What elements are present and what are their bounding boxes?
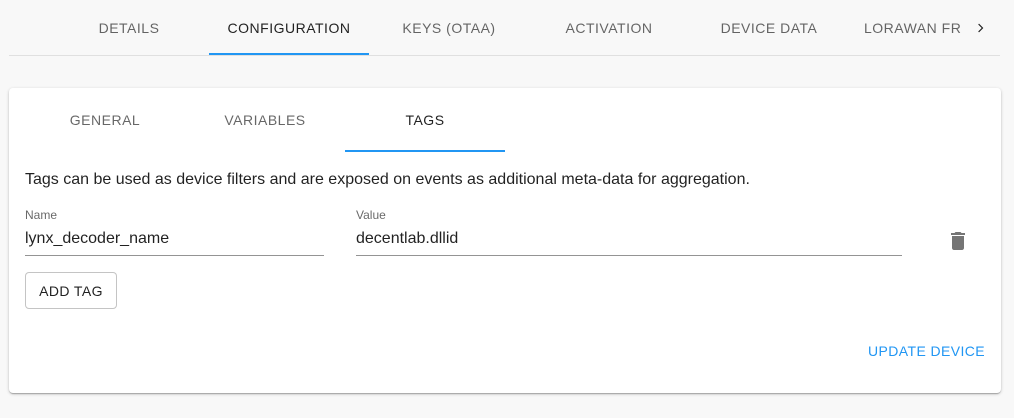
tag-name-input[interactable] [25,230,324,248]
tab-general[interactable]: GENERAL [25,88,185,152]
tab-device-data[interactable]: DEVICE DATA [689,0,849,55]
tab-scroll-next-button[interactable] [967,14,995,42]
tab-tags[interactable]: TAGS [345,88,505,152]
tab-keys-otaa[interactable]: KEYS (OTAA) [369,0,529,55]
tab-variables[interactable]: VARIABLES [185,88,345,152]
tab-details[interactable]: DETAILS [49,0,209,55]
configuration-card: GENERAL VARIABLES TAGS Tags can be used … [9,88,1001,393]
trash-icon [951,232,965,250]
tab-configuration[interactable]: CONFIGURATION [209,0,369,55]
tab-activation[interactable]: ACTIVATION [529,0,689,55]
tag-value-label: Value [356,208,386,222]
tag-name-label: Name [25,208,58,222]
update-device-button[interactable]: UPDATE DEVICE [857,334,985,368]
device-tab-bar: DETAILS CONFIGURATION KEYS (OTAA) ACTIVA… [9,0,1000,56]
tag-value-input[interactable] [356,230,902,248]
tab-lorawan-frames[interactable]: LORAWAN FRA [849,0,961,55]
tag-name-field: Name [25,208,324,256]
tags-description: Tags can be used as device filters and a… [25,171,750,188]
delete-tag-button[interactable] [942,225,974,257]
tag-value-field: Value [356,208,902,256]
chevron-right-icon [978,23,984,33]
add-tag-button[interactable]: ADD TAG [25,272,117,309]
